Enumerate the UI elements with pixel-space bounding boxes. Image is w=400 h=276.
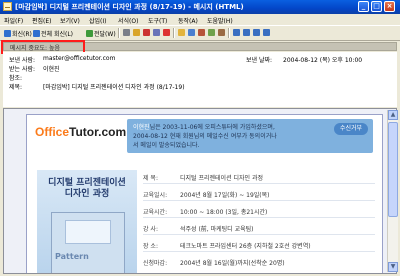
scroll-up-arrow-icon[interactable]: ▲ xyxy=(388,110,398,120)
detail-divider xyxy=(143,217,375,218)
menu-edit[interactable]: 편집(E) xyxy=(32,16,52,25)
standard-toolbar: 회신(R) 전체 회신(L) 전달(W) xyxy=(0,25,400,41)
message-header: 보낸 사람: master@officetutor.com 받는 사람: 이현진… xyxy=(3,52,397,107)
options-icon[interactable] xyxy=(218,29,225,36)
detail-divider xyxy=(143,234,375,235)
course-title-line-1: 디지털 프리젠테이션 xyxy=(48,178,126,188)
print-icon[interactable] xyxy=(123,29,130,36)
reply-icon xyxy=(4,29,11,37)
menu-format[interactable]: 서식(O) xyxy=(118,16,138,25)
book-illustration xyxy=(65,220,111,244)
delete-icon[interactable] xyxy=(143,29,150,36)
sent-value: 2004-08-12 (목) 오후 10:00 xyxy=(283,57,363,64)
menu-bar: 파일(F) 편집(E) 보기(V) 삽입(I) 서식(O) 도구(T) 동작(A… xyxy=(0,14,400,25)
help-icon[interactable] xyxy=(263,29,270,36)
move-to-folder-icon[interactable] xyxy=(133,29,140,36)
book-cover-text: Pattern xyxy=(55,252,89,261)
reply-all-button[interactable]: 전체 회신(L) xyxy=(33,28,73,38)
course-banner: 디지털 프리젠테이션 디자인 과정 Pattern xyxy=(37,170,137,273)
detail-value: 디지털 프리젠테이션 디자인 과정 xyxy=(180,175,264,182)
flag-icon[interactable] xyxy=(163,29,170,36)
detail-value: 10:00 ~ 18:00 (3일, 총21시간) xyxy=(180,209,268,216)
window-title: [마감임박] 디지털 프리젠테이션 디자인 과정 (8/17-19) - 메시지… xyxy=(15,3,244,11)
course-title-line-2: 디자인 과정 xyxy=(64,189,110,199)
menu-actions[interactable]: 동작(A) xyxy=(178,16,198,25)
menu-file[interactable]: 파일(F) xyxy=(4,16,23,25)
from-label: 보낸 사람: xyxy=(9,57,36,64)
message-icon xyxy=(3,2,12,11)
detail-value: 2004년 8월 16일(월)까지(선착순 20명) xyxy=(180,260,285,267)
course-title: 디지털 프리젠테이션 디자인 과정 xyxy=(43,178,131,200)
vertical-scrollbar[interactable]: ▲ ▼ xyxy=(387,110,398,272)
reply-all-icon xyxy=(33,29,40,37)
detail-label: 제 목: xyxy=(143,175,158,182)
detail-value: 테크노마트 프라임센터 26층 (지하철 2호선 강변역) xyxy=(180,243,311,250)
toolbar-separator xyxy=(173,28,175,38)
detail-value: 2004년 8월 17일(화) ~ 19일(목) xyxy=(180,192,270,199)
subject-label: 제목: xyxy=(9,84,23,91)
junk-mail-icon[interactable] xyxy=(208,29,215,36)
forward-label: 전달(W) xyxy=(94,30,116,38)
scroll-thumb[interactable] xyxy=(388,122,398,217)
logo-office: Office xyxy=(35,125,70,139)
scroll-down-arrow-icon[interactable]: ▼ xyxy=(388,262,398,272)
detail-value: 석주성 (前, 마케팅디 교육팀) xyxy=(180,226,254,233)
reply-label: 회신(R) xyxy=(12,30,32,38)
navigate-dropdown-icon[interactable] xyxy=(253,29,260,36)
notice-line-1: 이현진님은 2003-11-06에 오피스튜터에 가입하셨으며, xyxy=(133,122,275,131)
message-body: OfficeTutor.com 이현진님은 2003-11-06에 오피스튜터에… xyxy=(3,108,397,274)
outlook-message-window: [마감임박] 디지털 프리젠테이션 디자인 과정 (8/17-19) - 메시지… xyxy=(0,0,400,276)
member-notice-banner: 이현진님은 2003-11-06에 오피스튜터에 가입하셨으며, 2004-08… xyxy=(127,119,373,153)
detail-label: 장 소: xyxy=(143,243,158,250)
reply-all-label: 전체 회신(L) xyxy=(41,30,74,38)
detail-divider xyxy=(143,200,375,201)
close-button[interactable]: × xyxy=(384,1,395,12)
unsubscribe-button[interactable]: 수신거부 xyxy=(334,123,368,135)
notice-line-1-text: 님은 2003-11-06에 오피스튜터에 가입하셨으며, xyxy=(149,124,275,131)
notice-line-2: 2004-08-12 현재 회원님의 메일수신 여부가 동의이거나 xyxy=(133,133,277,140)
notice-line-3: 서 메일이 발송되었습니다. xyxy=(133,142,200,149)
reply-button[interactable]: 회신(R) xyxy=(4,28,32,38)
detail-label: 교육일시: xyxy=(143,192,168,199)
sent-label: 보낸 날짜: xyxy=(246,57,273,64)
member-name: 이현진 xyxy=(133,124,150,131)
detail-label: 교육시간: xyxy=(143,209,168,216)
detail-divider xyxy=(143,251,375,252)
forward-icon xyxy=(86,29,93,37)
toolbar-separator xyxy=(228,28,230,38)
next-item-icon[interactable] xyxy=(243,29,250,36)
officetutor-logo: OfficeTutor.com xyxy=(35,125,126,139)
cc-label: 참조: xyxy=(9,75,23,82)
menu-insert[interactable]: 삽입(I) xyxy=(89,16,107,25)
categories-icon[interactable] xyxy=(198,29,205,36)
subject-value: [마감임박] 디지털 프리젠테이션 디자인 과정 (8/17-19) xyxy=(43,84,185,91)
detail-label: 강 사: xyxy=(143,226,158,233)
logo-tutor: Tutor.com xyxy=(69,125,127,139)
menu-view[interactable]: 보기(V) xyxy=(60,16,80,25)
maximize-button[interactable]: □ xyxy=(371,1,382,12)
title-bar[interactable]: [마감임박] 디지털 프리젠테이션 디자인 과정 (8/17-19) - 메시지… xyxy=(0,0,400,14)
minimize-button[interactable]: _ xyxy=(358,1,369,12)
toolbar-separator xyxy=(118,28,120,38)
to-value[interactable]: 이현진 xyxy=(43,64,60,73)
rules-icon[interactable] xyxy=(188,29,195,36)
from-value[interactable]: master@officetutor.com xyxy=(43,55,115,62)
address-book-icon[interactable] xyxy=(153,29,160,36)
previous-item-icon[interactable] xyxy=(233,29,240,36)
detail-label: 신청마감: xyxy=(143,260,168,267)
to-label: 받는 사람: xyxy=(9,66,36,73)
detail-divider xyxy=(143,183,375,184)
html-email: OfficeTutor.com 이현진님은 2003-11-06에 오피스튜터에… xyxy=(26,114,383,273)
find-icon[interactable] xyxy=(178,29,185,36)
forward-button[interactable]: 전달(W) xyxy=(86,28,116,38)
menu-help[interactable]: 도움말(H) xyxy=(207,16,233,25)
menu-tools[interactable]: 도구(T) xyxy=(148,16,167,25)
